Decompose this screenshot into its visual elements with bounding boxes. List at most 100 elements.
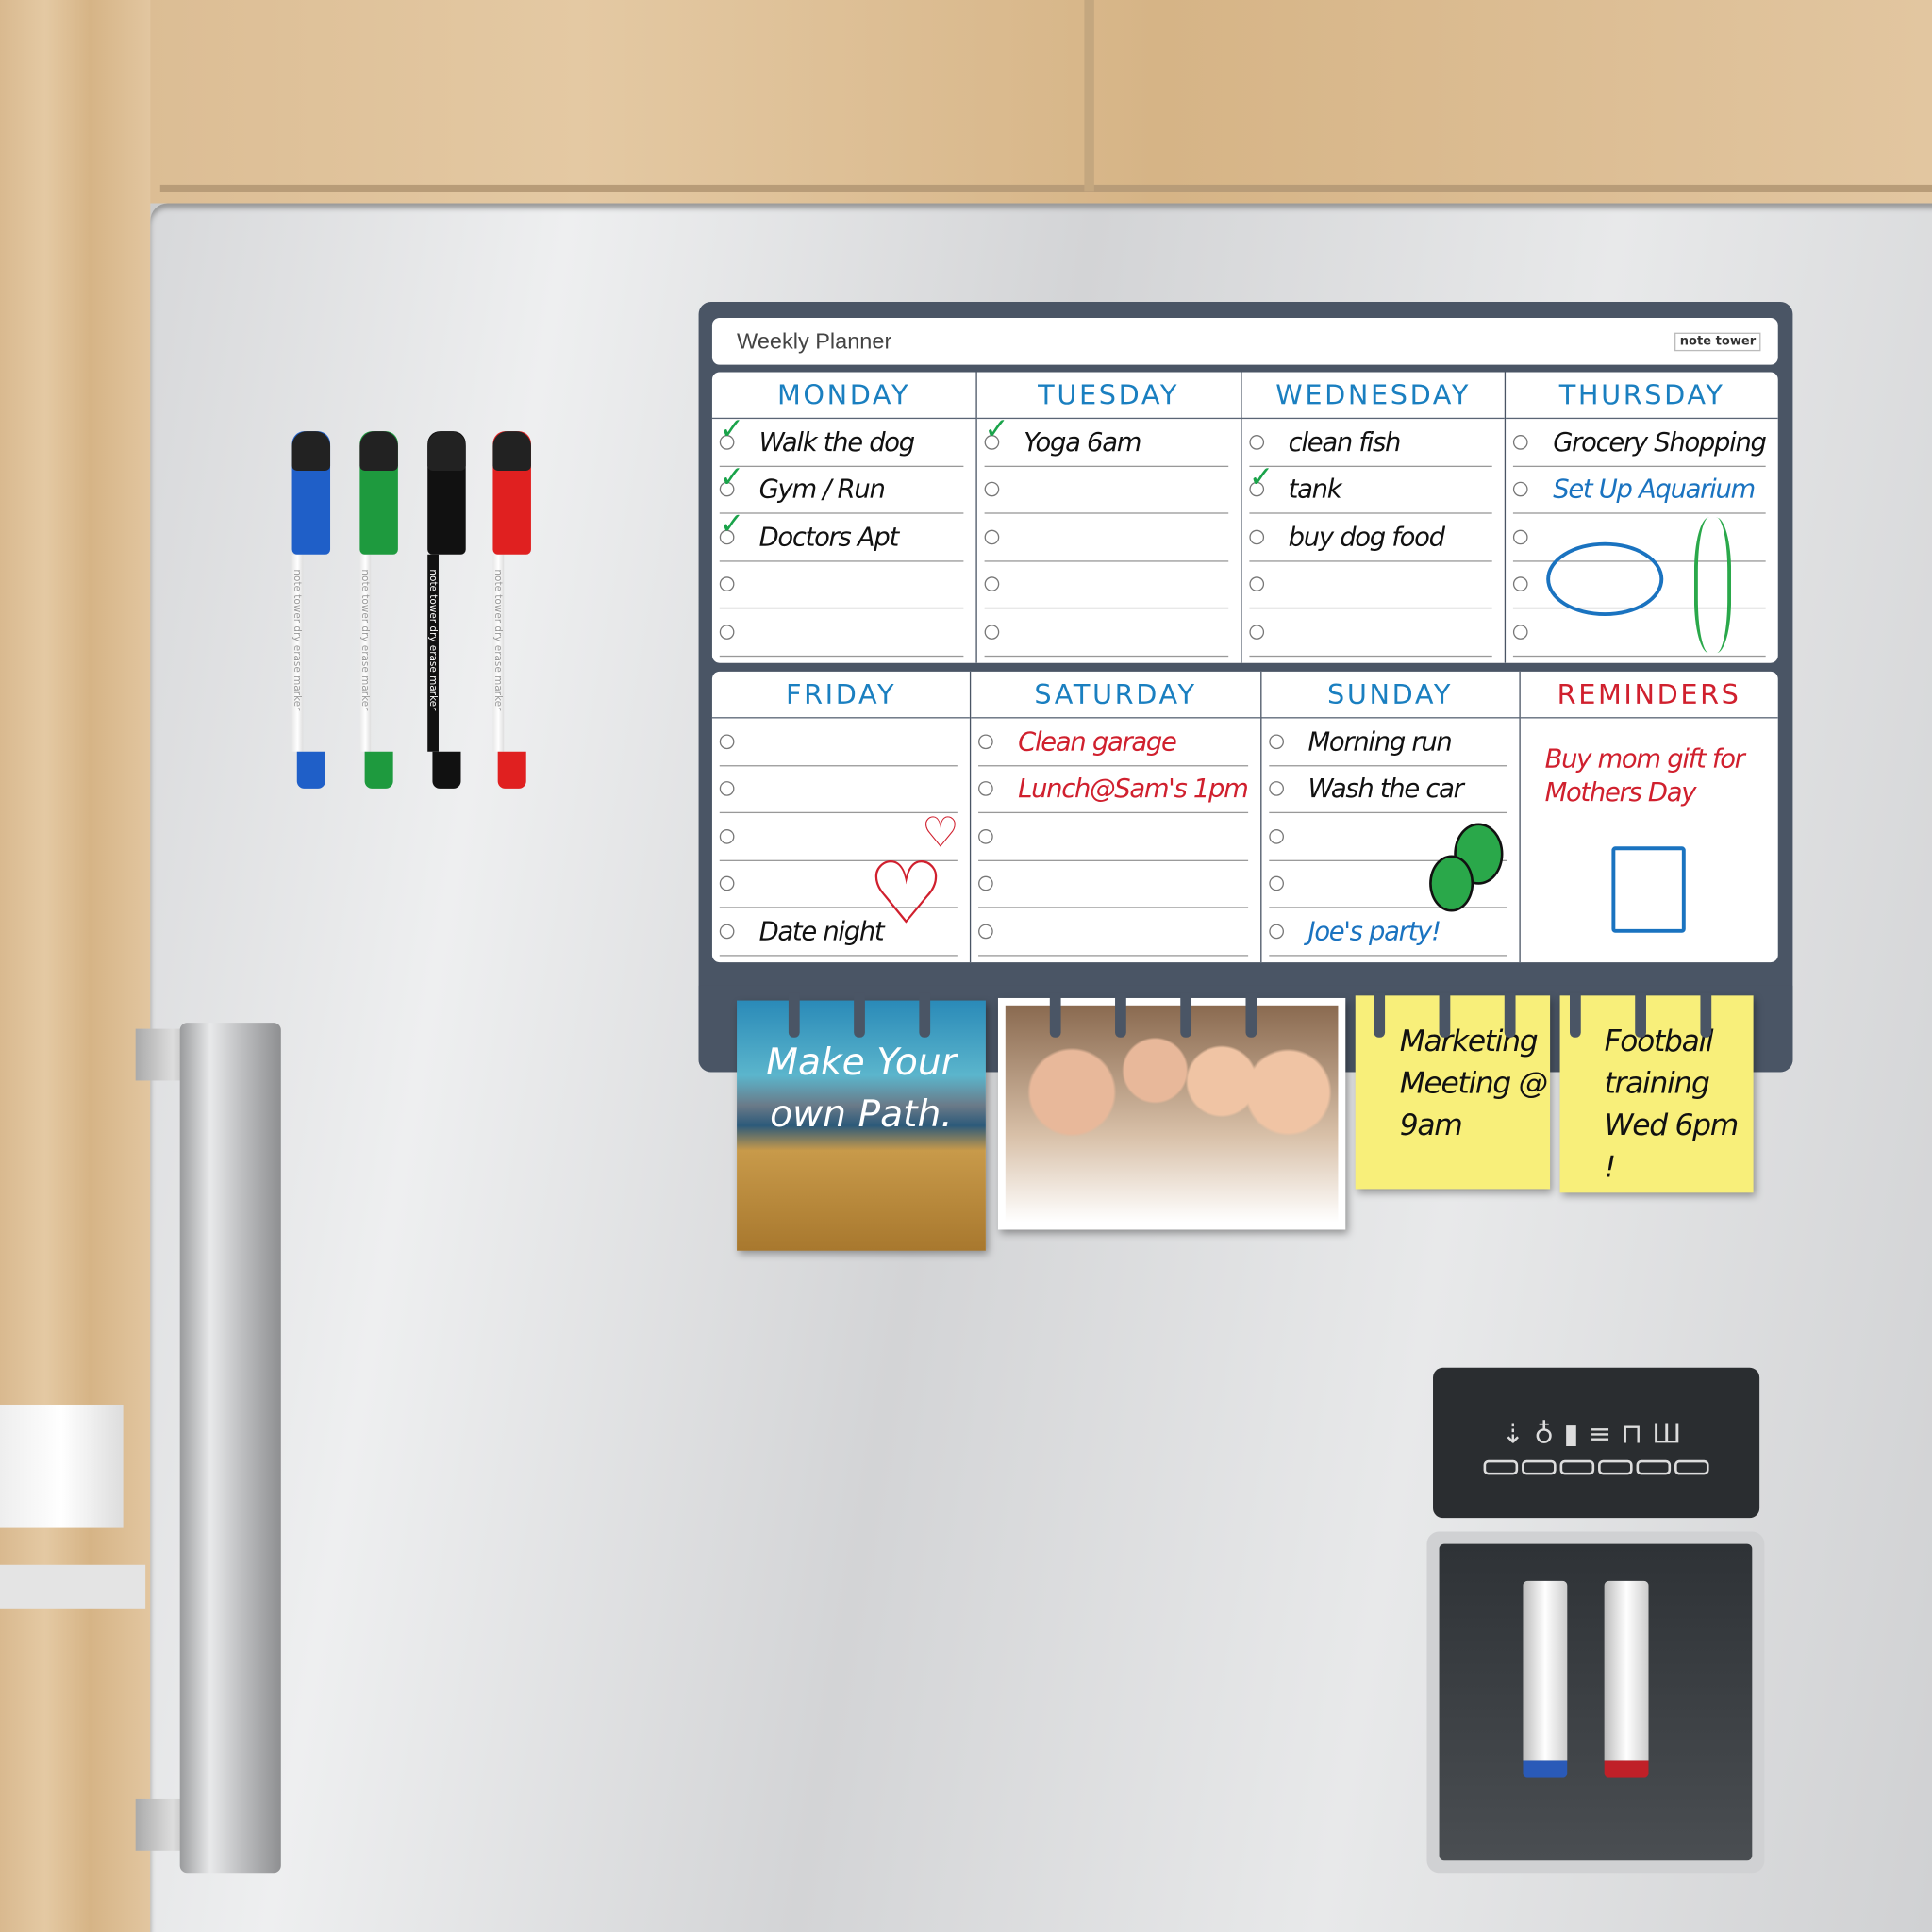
task-row[interactable] (1248, 561, 1493, 609)
control-button[interactable] (1674, 1459, 1709, 1475)
rail-clip (919, 992, 931, 1038)
rail-clip (1504, 992, 1516, 1038)
checkbox-circle-icon[interactable] (1268, 875, 1284, 891)
task-row[interactable] (978, 860, 1248, 908)
marker-cap (492, 431, 531, 555)
task-row[interactable]: Lunch@Sam's 1pm (978, 766, 1249, 814)
rail-clip (1439, 992, 1451, 1038)
checkbox-circle-icon[interactable] (1513, 434, 1529, 450)
task-row[interactable] (984, 514, 1228, 561)
rail-clip (1049, 992, 1061, 1038)
task-row[interactable]: Wash the car (1268, 766, 1507, 814)
marker-cap (291, 431, 331, 555)
balloon-doodle-icon (1429, 855, 1474, 912)
checkbox-circle-icon[interactable] (719, 576, 735, 592)
checkbox-circle-icon[interactable] (1513, 529, 1529, 544)
task-row[interactable]: ✓ Walk the dog (719, 411, 964, 467)
dispenser-control-panel: ⇣♁▮≡⊓Ш (1433, 1367, 1760, 1519)
task-row[interactable] (1248, 608, 1493, 657)
task-row[interactable]: Joe's party! (1268, 908, 1507, 956)
checkbox-circle-icon[interactable] (1513, 576, 1529, 592)
checkbox-circle-icon[interactable] (719, 781, 735, 797)
task-row[interactable]: Grocery Shopping (1513, 419, 1767, 467)
water-icon[interactable]: ⇣ (1502, 1420, 1535, 1451)
checkbox-circle-icon[interactable] (978, 734, 993, 749)
task-row[interactable] (719, 718, 958, 766)
day-header: WEDNESDAY (1241, 372, 1506, 420)
marker-label: note tower dry erase marker (427, 554, 439, 752)
task-row[interactable]: ✓ Yoga 6am (984, 411, 1228, 467)
filter-icon[interactable]: ≡ (1589, 1420, 1622, 1451)
checkbox-circle-icon[interactable] (978, 875, 993, 891)
checkbox-circle-icon[interactable] (1513, 624, 1529, 640)
checkbox-circle-icon[interactable] (719, 875, 735, 891)
task-row[interactable] (719, 766, 958, 814)
planner-header: Weekly Planner note tower (711, 317, 1778, 365)
checkbox-circle-icon[interactable] (1513, 482, 1529, 497)
checkbox-circle-icon[interactable] (1248, 576, 1264, 592)
checkbox-circle-icon[interactable] (719, 624, 735, 640)
rail-clip (1700, 992, 1712, 1038)
checkbox-circle-icon[interactable] (1248, 529, 1264, 544)
water-lever[interactable] (1523, 1580, 1568, 1778)
task-text: clean fish (1288, 426, 1402, 458)
task-row[interactable]: ✓ Gym / Run (719, 459, 964, 514)
dry-erase-marker[interactable]: note tower dry erase marker (359, 431, 398, 789)
checkbox-circle-icon[interactable] (978, 828, 993, 844)
ice-icon[interactable]: Ш (1652, 1420, 1690, 1451)
dry-erase-marker[interactable]: note tower dry erase marker (492, 431, 531, 789)
sticky-note-football[interactable]: Football training Wed 6pm ! (1559, 995, 1754, 1193)
checkbox-circle-icon[interactable] (719, 924, 735, 939)
fridge-handle[interactable] (179, 1023, 281, 1874)
control-button[interactable] (1522, 1459, 1557, 1475)
task-row[interactable] (978, 908, 1248, 956)
task-row[interactable]: buy dog food (1248, 514, 1493, 561)
dispenser-recess (1439, 1543, 1753, 1861)
checkbox-circle-icon[interactable] (1248, 624, 1264, 640)
task-row[interactable] (984, 561, 1228, 609)
reminder-text: Buy mom gift for Mothers Day (1544, 743, 1745, 808)
dry-erase-marker[interactable]: note tower dry erase marker (427, 431, 466, 789)
checkbox-circle-icon[interactable] (984, 529, 999, 544)
task-row[interactable] (984, 608, 1228, 657)
day-header: THURSDAY (1506, 372, 1778, 420)
temperature-icon[interactable]: ▮ (1564, 1420, 1589, 1451)
checkbox-circle-icon[interactable] (978, 924, 993, 939)
checkbox-circle-icon[interactable] (719, 828, 735, 844)
control-button[interactable] (1636, 1459, 1672, 1475)
task-row[interactable] (719, 561, 964, 609)
lock-icon[interactable]: ⊓ (1621, 1420, 1652, 1451)
task-row[interactable]: Set Up Aquarium (1513, 466, 1766, 514)
task-text: Lunch@Sam's 1pm (1018, 774, 1249, 804)
task-text: Set Up Aquarium (1553, 475, 1756, 505)
cabinet-seam (1084, 0, 1094, 192)
checkbox-circle-icon[interactable] (984, 482, 999, 497)
water-ice-dispenser (1426, 1531, 1765, 1874)
ice-lever[interactable] (1604, 1580, 1649, 1778)
marker-label: note tower dry erase marker (291, 554, 304, 752)
checkbox-circle-icon[interactable] (1268, 734, 1284, 749)
task-row[interactable] (978, 813, 1248, 861)
task-row[interactable]: ✓ Doctors Apt (719, 507, 964, 561)
control-button[interactable] (1598, 1459, 1633, 1475)
control-button[interactable] (1559, 1459, 1595, 1475)
task-row[interactable] (984, 466, 1228, 514)
checkbox-circle-icon[interactable] (1268, 924, 1284, 939)
task-row[interactable]: Morning run (1268, 718, 1507, 766)
control-button[interactable] (1483, 1459, 1519, 1475)
checkbox-circle-icon[interactable] (984, 576, 999, 592)
quote-photo-card[interactable]: Make Your own Path. (737, 1000, 986, 1251)
checkbox-circle-icon[interactable] (1248, 434, 1264, 450)
light-icon[interactable]: ♁ (1534, 1420, 1564, 1451)
task-row[interactable] (719, 608, 964, 657)
task-row[interactable]: clean fish (1248, 419, 1493, 467)
checkbox-circle-icon[interactable] (719, 734, 735, 749)
checkbox-circle-icon[interactable] (984, 624, 999, 640)
fridge-scene: Weekly Planner note tower MONDAY ✓ Walk th… (0, 0, 1932, 1932)
task-row[interactable]: ✓ tank (1248, 459, 1493, 514)
task-row[interactable]: Clean garage (978, 718, 1248, 766)
checkbox-circle-icon[interactable] (978, 781, 993, 797)
checkbox-circle-icon[interactable] (1268, 828, 1284, 844)
checkbox-circle-icon[interactable] (1268, 781, 1284, 797)
dry-erase-marker[interactable]: note tower dry erase marker (291, 431, 331, 789)
